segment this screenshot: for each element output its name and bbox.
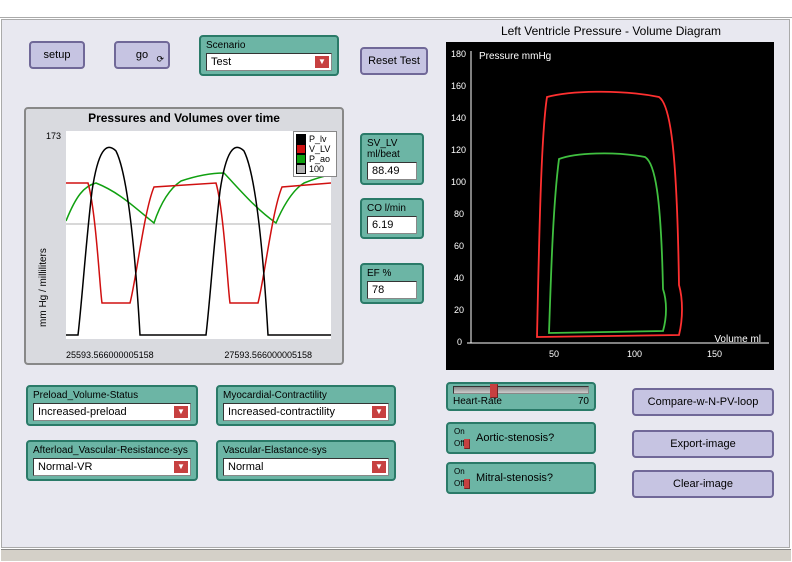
go-label: go — [136, 49, 148, 61]
pv-ylabel: Pressure mmHg — [479, 51, 551, 62]
chevron-down-icon[interactable]: ▼ — [174, 406, 188, 418]
pv-plot-title: Left Ventricle Pressure - Volume Diagram — [446, 24, 776, 38]
time-plot-ylabel: mm Hg / milliliters — [38, 248, 49, 327]
heart-rate-value: 70 — [578, 396, 589, 407]
svg-text:50: 50 — [549, 349, 559, 359]
afterload-value[interactable]: Normal-VR ▼ — [33, 458, 191, 476]
co-monitor-value: 6.19 — [367, 216, 417, 234]
export-image-button[interactable]: Export-image — [632, 430, 774, 458]
ef-monitor: EF % 78 — [360, 263, 424, 304]
pv-xlabel: Volume ml — [714, 334, 761, 345]
chevron-down-icon[interactable]: ▼ — [372, 406, 386, 418]
svg-text:100: 100 — [451, 177, 466, 187]
svg-text:80: 80 — [454, 209, 464, 219]
preload-chooser[interactable]: Preload_Volume-Status Increased-preload … — [26, 385, 198, 426]
time-plot-legend: P_lv V_LV P_ao 100 — [293, 131, 337, 177]
svg-text:150: 150 — [707, 349, 722, 359]
reset-test-button[interactable]: Reset Test — [360, 47, 428, 75]
switch-knob[interactable] — [464, 439, 470, 449]
time-plot: Pressures and Volumes over time 173 mm H… — [24, 107, 344, 365]
svg-text:160: 160 — [451, 81, 466, 91]
co-monitor-title: CO l/min — [367, 203, 417, 214]
go-forever-icon: ⟳ — [156, 54, 164, 65]
time-plot-title: Pressures and Volumes over time — [26, 109, 342, 127]
pv-plot-world: 180 160 140 120 100 80 60 40 20 0 50 100… — [446, 42, 774, 370]
chevron-down-icon[interactable]: ▼ — [174, 461, 188, 473]
svg-text:140: 140 — [451, 113, 466, 123]
status-bar — [1, 549, 791, 561]
svg-text:120: 120 — [451, 145, 466, 155]
svg-text:0: 0 — [457, 337, 462, 347]
svg-text:180: 180 — [451, 49, 466, 59]
chevron-down-icon[interactable]: ▼ — [315, 56, 329, 68]
elastance-chooser[interactable]: Vascular-Elastance-sys Normal ▼ — [216, 440, 396, 481]
preload-title: Preload_Volume-Status — [33, 390, 191, 401]
switch-knob[interactable] — [464, 479, 470, 489]
aortic-switch-label: Aortic-stenosis? — [476, 432, 554, 444]
svg-text:60: 60 — [454, 241, 464, 251]
pv-plot-svg: 180 160 140 120 100 80 60 40 20 0 50 100… — [449, 45, 771, 367]
switch-toggle[interactable]: On Off — [452, 466, 470, 490]
co-monitor: CO l/min 6.19 — [360, 198, 424, 239]
clear-image-button[interactable]: Clear-image — [632, 470, 774, 498]
time-plot-canvas — [66, 131, 331, 339]
time-plot-xmax: 27593.566000005158 — [224, 350, 312, 360]
switch-toggle[interactable]: On Off — [452, 426, 470, 450]
window-title — [0, 0, 792, 18]
sv-monitor-value: 88.49 — [367, 162, 417, 180]
sv-monitor: SV_LV ml/beat 88.49 — [360, 133, 424, 185]
aortic-switch[interactable]: On Off Aortic-stenosis? — [446, 422, 596, 454]
elastance-value[interactable]: Normal ▼ — [223, 458, 389, 476]
slider-track[interactable] — [453, 386, 589, 394]
ef-monitor-title: EF % — [367, 268, 417, 279]
scenario-chooser[interactable]: Scenario Test ▼ — [199, 35, 339, 76]
contractility-chooser[interactable]: Myocardial-Contractility Increased-contr… — [216, 385, 396, 426]
svg-text:100: 100 — [627, 349, 642, 359]
scenario-chooser-value[interactable]: Test ▼ — [206, 53, 332, 71]
elastance-title: Vascular-Elastance-sys — [223, 445, 389, 456]
heart-rate-slider[interactable]: Heart-Rate 70 — [446, 382, 596, 411]
slider-thumb[interactable] — [490, 384, 498, 398]
ef-monitor-value: 78 — [367, 281, 417, 299]
time-plot-svg — [66, 131, 331, 339]
compare-button[interactable]: Compare-w-N-PV-loop — [632, 388, 774, 416]
preload-value[interactable]: Increased-preload ▼ — [33, 403, 191, 421]
contractility-title: Myocardial-Contractility — [223, 390, 389, 401]
chevron-down-icon[interactable]: ▼ — [372, 461, 386, 473]
main-panel: setup go ⟳ Scenario Test ▼ Reset Test Pr… — [1, 19, 790, 548]
mitral-switch-label: Mitral-stenosis? — [476, 472, 553, 484]
contractility-value[interactable]: Increased-contractility ▼ — [223, 403, 389, 421]
mitral-switch[interactable]: On Off Mitral-stenosis? — [446, 462, 596, 494]
time-plot-xmin: 25593.566000005158 — [66, 350, 154, 360]
afterload-chooser[interactable]: Afterload_Vascular-Resistance-sys Normal… — [26, 440, 198, 481]
sv-monitor-title: SV_LV ml/beat — [367, 138, 417, 160]
go-button[interactable]: go ⟳ — [114, 41, 170, 69]
setup-button[interactable]: setup — [29, 41, 85, 69]
svg-text:40: 40 — [454, 273, 464, 283]
svg-text:20: 20 — [454, 305, 464, 315]
time-plot-ymax: 173 — [46, 131, 61, 141]
scenario-chooser-title: Scenario — [206, 40, 332, 51]
afterload-title: Afterload_Vascular-Resistance-sys — [33, 445, 191, 456]
